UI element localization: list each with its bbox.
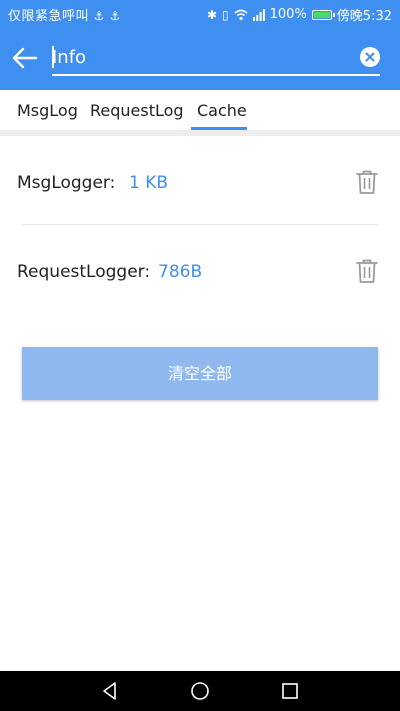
tab-divider	[0, 130, 400, 136]
bluetooth-icon: ✱	[206, 7, 218, 22]
clear-all-label: 清空全部	[167, 364, 232, 383]
battery-icon	[311, 10, 335, 20]
tab-label: RequestLog	[90, 101, 184, 120]
tab-label: MsgLog	[17, 101, 78, 120]
clear-search-button[interactable]	[360, 47, 380, 67]
recents-nav-icon[interactable]	[280, 681, 300, 701]
search-input[interactable]	[52, 42, 352, 72]
vibrate-icon: ▯	[222, 7, 229, 22]
text-caret	[52, 46, 54, 68]
status-bar: 仅限紧急呼叫 ⚓︎ ⚓︎ ✱ ▯ 100% 傍晚5:32	[0, 0, 400, 28]
cache-row-label: RequestLogger:	[17, 262, 151, 282]
back-button[interactable]	[10, 43, 40, 73]
tab-bar: MsgLog RequestLog Cache	[0, 90, 400, 130]
tab-label: Cache	[197, 101, 247, 120]
carrier-text: 仅限紧急呼叫	[8, 9, 90, 24]
cache-row-size: 786B	[158, 262, 203, 282]
trash-icon[interactable]	[355, 258, 379, 284]
row-divider	[22, 224, 378, 225]
trash-icon[interactable]	[355, 169, 379, 195]
back-nav-icon[interactable]	[100, 681, 120, 701]
search-field[interactable]	[52, 42, 380, 76]
home-nav-icon[interactable]	[190, 681, 210, 701]
system-nav-bar	[0, 671, 400, 711]
signal-icon	[252, 8, 265, 21]
cache-row-label: MsgLogger:	[17, 173, 116, 193]
status-right: ✱ ▯ 100% 傍晚5:32	[207, 5, 392, 24]
clear-all-button[interactable]: 清空全部	[22, 347, 378, 400]
tab-requestlog[interactable]: RequestLog	[90, 90, 184, 130]
tab-cache[interactable]: Cache	[197, 90, 247, 130]
usb-icon: ⚓︎	[93, 9, 105, 23]
cache-row-requestlogger: RequestLogger: 786B	[17, 254, 383, 294]
battery-percent: 100%	[269, 7, 307, 22]
arrow-left-icon	[12, 47, 38, 69]
app-header	[0, 28, 400, 90]
close-icon	[365, 52, 375, 62]
wifi-icon	[234, 9, 248, 20]
tab-msglog[interactable]: MsgLog	[17, 90, 78, 130]
usb-icon: ⚓︎	[109, 9, 121, 23]
status-left: 仅限紧急呼叫 ⚓︎ ⚓︎	[8, 5, 121, 24]
cache-row-msglogger: MsgLogger: 1 KB	[17, 165, 383, 205]
cache-row-size: 1 KB	[129, 173, 169, 193]
clock: 傍晚5:32	[336, 9, 392, 24]
